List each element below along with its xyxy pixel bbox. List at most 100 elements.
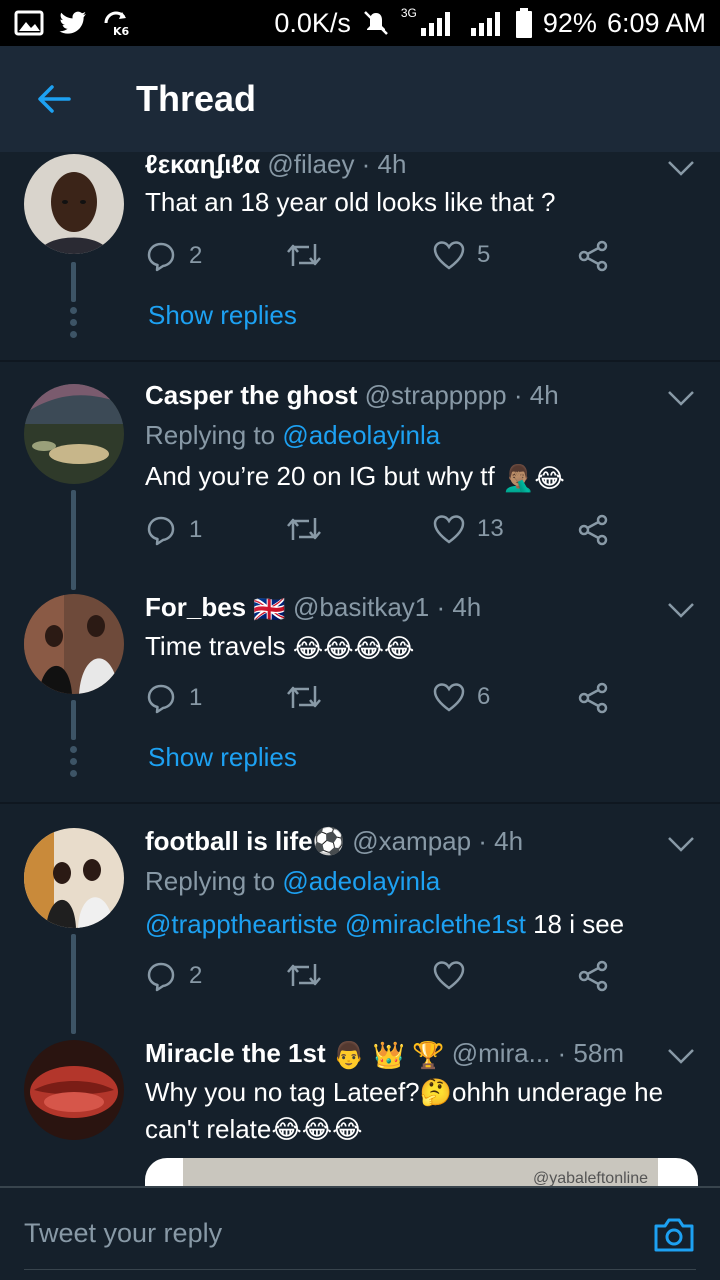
display-name[interactable]: For_bes [145, 592, 246, 622]
tweet-actions: 2 5 [145, 240, 615, 276]
display-name[interactable]: ℓεκαɳʄιℓα [145, 149, 260, 179]
back-button[interactable] [24, 69, 84, 129]
reply-button[interactable]: 1 [145, 682, 202, 714]
retweet-icon [287, 244, 321, 266]
battery-icon [515, 8, 532, 38]
tweet-text: Why you no tag Lateef?🤔ohhh underage he … [145, 1074, 705, 1148]
tweet-3[interactable]: For_bes 🇬🇧 @basitkay1 · 4h Time travels … [0, 588, 720, 802]
display-name[interactable]: football is life⚽ [145, 826, 345, 856]
replying-to: Replying to @adeolayinla [145, 420, 440, 451]
reply-icon [147, 684, 175, 714]
heart-icon [433, 961, 465, 990]
retweet-button[interactable] [285, 240, 323, 270]
composer-underline [24, 1269, 696, 1270]
sync-icon: K6 [104, 11, 130, 37]
tweet-text: That an 18 year old looks like that ? [145, 187, 556, 217]
thread-dots [70, 307, 77, 338]
handle: @strappppp · 4h [364, 380, 559, 410]
tweet-text-line-1: Why you no tag Lateef?🤔ohhh underage he [145, 1077, 664, 1107]
display-name[interactable]: Miracle the 1st [145, 1038, 326, 1068]
reply-button[interactable]: 2 [145, 240, 202, 272]
emoji: 🤦🏽‍♂️😂 [501, 462, 565, 493]
network-speed: 0.0K/s [274, 7, 351, 38]
chevron-down-icon[interactable] [666, 158, 696, 178]
tweet-text: Time travels 😂😂😂😂 [145, 628, 705, 667]
avatar[interactable] [24, 594, 124, 694]
camera-icon[interactable] [652, 1214, 696, 1254]
handle: @xampap · 4h [352, 826, 524, 856]
display-name[interactable]: Casper the ghost [145, 380, 357, 410]
page-title: Thread [136, 78, 257, 119]
reply-count: 1 [189, 516, 203, 543]
emoji: 😂😂😂😂 [292, 632, 415, 663]
reply-count: 1 [189, 684, 203, 711]
replying-label: Replying to [145, 420, 283, 450]
tweet-2[interactable]: Casper the ghost @strappppp · 4h Replyin… [0, 362, 720, 590]
avatar[interactable] [24, 384, 124, 484]
like-count: 5 [477, 241, 491, 268]
reply-input[interactable]: Tweet your reply [24, 1218, 222, 1249]
like-count: 6 [477, 683, 491, 710]
status-bar: K6 0.0K/s 3G 92% 6:09 AM [0, 0, 720, 46]
clock: 6:09 AM [606, 7, 706, 38]
heart-icon [433, 683, 465, 712]
tweet-1[interactable]: ℓεκαɳʄιℓα @filaey · 4h That an 18 year o… [0, 149, 720, 360]
reply-icon [147, 962, 175, 992]
avatar[interactable] [24, 154, 124, 254]
avatar[interactable] [24, 1040, 124, 1140]
signal-icon-1 [420, 12, 450, 36]
share-icon [578, 240, 608, 272]
like-button[interactable] [433, 960, 465, 990]
tweet-text-content: Time travels [145, 631, 293, 661]
replying-label: Replying to [145, 866, 283, 896]
retweet-button[interactable] [285, 682, 323, 712]
chevron-down-icon[interactable] [666, 834, 696, 854]
like-button[interactable]: 13 [433, 514, 504, 544]
share-button[interactable] [577, 514, 609, 546]
tweet-text: @trapptheartiste @miraclethe1st 18 i see [145, 906, 705, 943]
mention-link[interactable]: @adeolayinla [282, 866, 440, 896]
tweet-header: football is life⚽ @xampap · 4h [145, 826, 523, 857]
tweet-actions: 1 6 [145, 682, 615, 718]
tweet-header: Miracle the 1st 👨‍ 👑 🏆 @mira... · 58m [145, 1038, 624, 1071]
share-button[interactable] [577, 960, 609, 992]
reply-button[interactable]: 2 [145, 960, 202, 992]
app-bar: Thread [0, 46, 720, 152]
reply-icon [147, 242, 175, 272]
tweet-actions: 2 [145, 960, 615, 996]
reply-composer: Tweet your reply [0, 1186, 720, 1280]
retweet-button[interactable] [285, 960, 323, 990]
like-button[interactable]: 6 [433, 682, 490, 712]
share-icon [578, 960, 608, 992]
share-icon [578, 514, 608, 546]
share-icon [578, 682, 608, 714]
chevron-down-icon[interactable] [666, 388, 696, 408]
timestamp: · 58m [557, 1038, 625, 1068]
avatar[interactable] [24, 828, 124, 928]
signal-icon-2 [470, 12, 500, 36]
mention-link[interactable]: @trapptheartiste [145, 909, 338, 939]
show-replies-link[interactable]: Show replies [148, 300, 297, 331]
battery-level: 92% [542, 7, 597, 38]
tweet-text-content: 18 i see [525, 909, 625, 939]
tweet-header: Casper the ghost @strappppp · 4h [145, 380, 559, 411]
tweet-text: And you’re 20 on IG but why tf 🤦🏽‍♂️😂 [145, 458, 705, 497]
chevron-down-icon[interactable] [666, 1046, 696, 1066]
share-button[interactable] [577, 240, 609, 272]
mention-link[interactable]: @adeolayinla [282, 420, 440, 450]
flag-emoji: 🇬🇧 [253, 593, 286, 624]
chevron-down-icon[interactable] [666, 600, 696, 620]
show-replies-link[interactable]: Show replies [148, 742, 297, 773]
share-button[interactable] [577, 682, 609, 714]
heart-icon [433, 241, 465, 270]
retweet-button[interactable] [285, 514, 323, 544]
svg-text:K6: K6 [113, 25, 130, 37]
handle: @filaey · 4h [267, 149, 407, 179]
tweet-4[interactable]: football is life⚽ @xampap · 4h Replying … [0, 804, 720, 1034]
mention-link[interactable]: @miraclethe1st [345, 909, 526, 939]
thread-dots [70, 746, 77, 777]
badge-emoji: 👨‍ 👑 🏆 [332, 1039, 445, 1070]
tweet-header: ℓεκαɳʄιℓα @filaey · 4h [145, 149, 406, 180]
like-button[interactable]: 5 [433, 240, 490, 270]
reply-button[interactable]: 1 [145, 514, 202, 546]
